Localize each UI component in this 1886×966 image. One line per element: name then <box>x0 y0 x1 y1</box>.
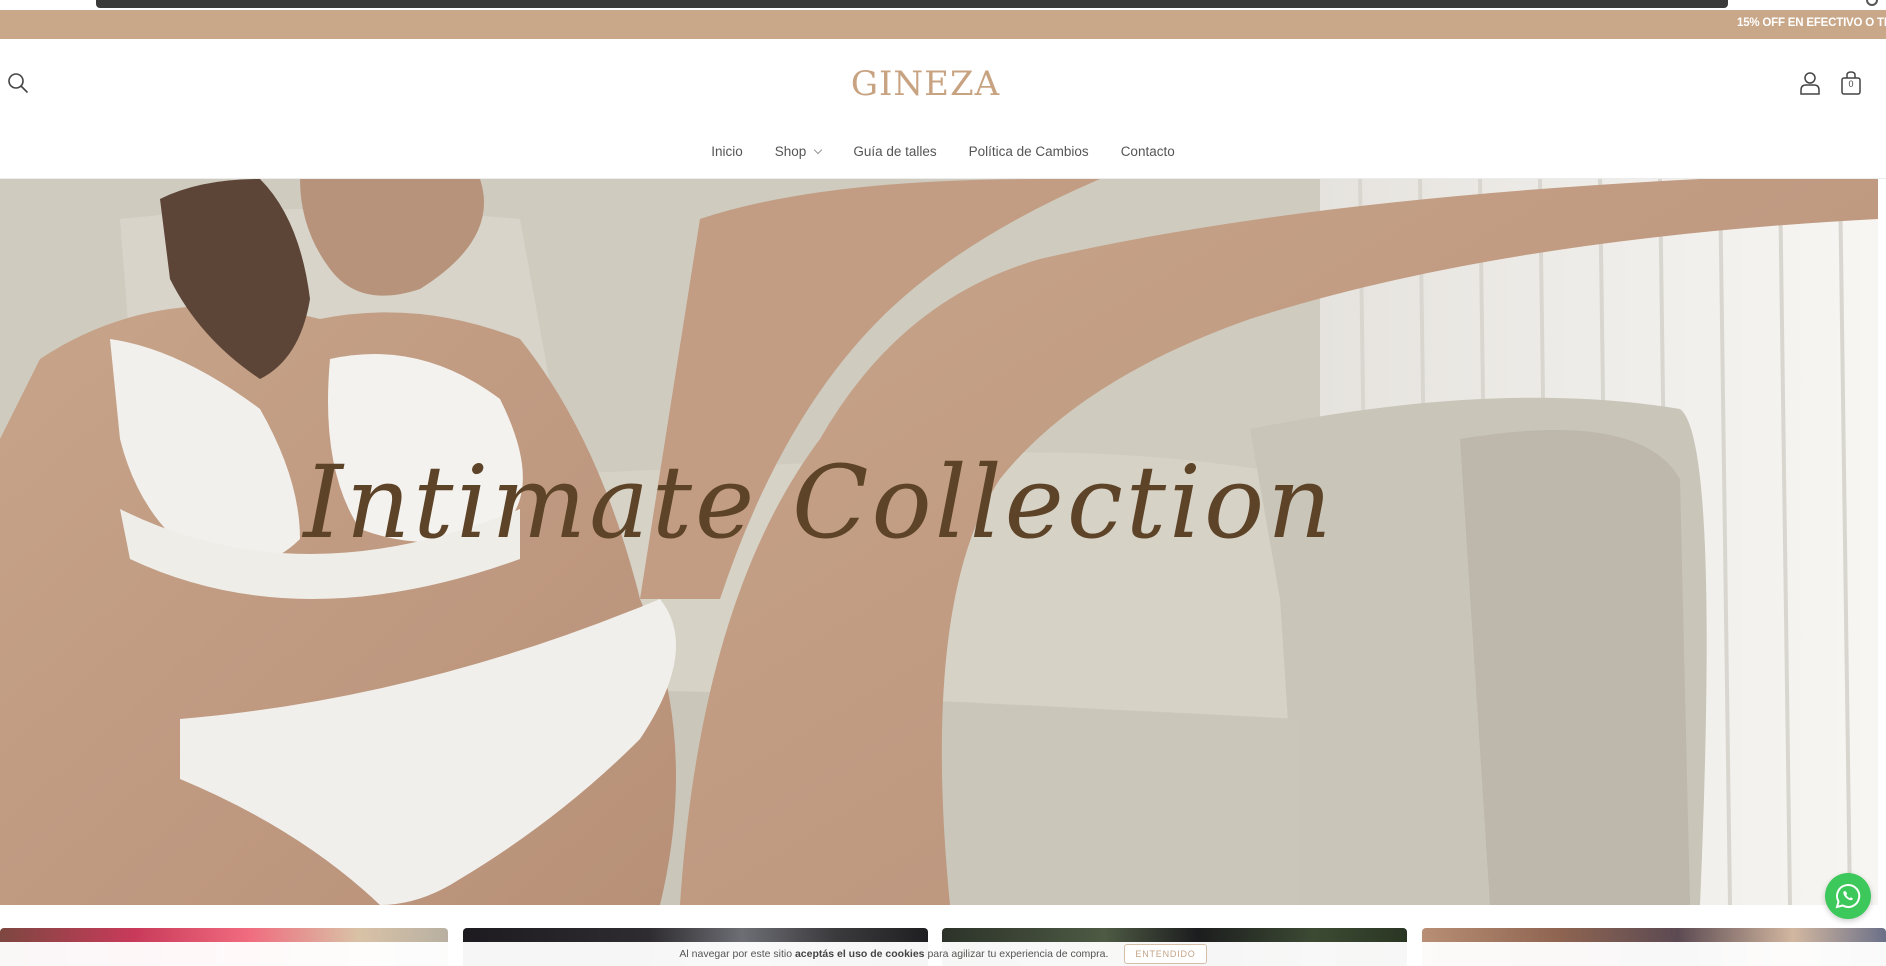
site-header: GINEZA 0 Inicio Shop Guía de talles Polí… <box>0 39 1886 179</box>
main-nav: Inicio Shop Guía de talles Política de C… <box>0 144 1886 159</box>
nav-item-label: Inicio <box>711 144 743 159</box>
whatsapp-icon <box>1835 883 1861 909</box>
account-button[interactable] <box>1797 69 1823 97</box>
nav-item-contacto[interactable]: Contacto <box>1121 144 1175 159</box>
top-strip <box>0 0 1886 10</box>
user-icon <box>1800 72 1820 95</box>
nav-item-label: Shop <box>774 144 807 159</box>
announcement-text: 15% OFF EN EFECTIVO O TRANS <box>1737 17 1886 29</box>
cookie-banner: Al navegar por este sitio aceptás el uso… <box>0 942 1886 966</box>
site-logo[interactable]: GINEZA <box>0 64 1851 104</box>
cookie-text-before: Al navegar por este sitio <box>679 948 793 960</box>
announcement-bar: 15% OFF EN EFECTIVO O TRANS <box>0 10 1886 39</box>
cart-button[interactable]: 0 <box>1838 68 1864 98</box>
nav-item-label: Contacto <box>1120 144 1175 159</box>
nav-item-inicio[interactable]: Inicio <box>711 144 743 159</box>
cart-count: 0 <box>1848 79 1854 89</box>
top-strip-bar <box>96 0 1728 8</box>
hero-banner[interactable]: Intimate Collection <box>0 179 1878 905</box>
cookie-text-after: para agilizar tu experiencia de compra. <box>927 948 1109 960</box>
cookie-text: Al navegar por este sitio aceptás el uso… <box>679 948 1108 960</box>
nav-item-label: Guía de talles <box>853 144 937 159</box>
cookie-text-bold: aceptás el uso de cookies <box>794 948 925 960</box>
top-strip-dot <box>1866 0 1878 6</box>
nav-item-shop[interactable]: Shop <box>774 144 823 159</box>
chevron-down-icon <box>814 145 823 154</box>
nav-item-label: Política de Cambios <box>968 144 1089 159</box>
accept-cookies-button[interactable]: ENTENDIDO <box>1124 944 1207 964</box>
nav-item-politica-de-cambios[interactable]: Política de Cambios <box>969 144 1089 159</box>
nav-item-guia-de-talles[interactable]: Guía de talles <box>853 144 936 159</box>
whatsapp-button[interactable] <box>1825 873 1871 919</box>
hero-title: Intimate Collection <box>303 444 1335 561</box>
